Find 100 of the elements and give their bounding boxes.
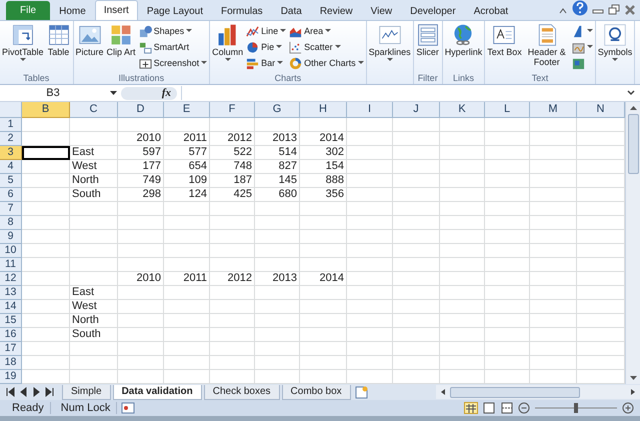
empty-cell[interactable] [164, 118, 210, 132]
empty-cell[interactable] [393, 286, 440, 300]
empty-cell[interactable] [255, 356, 300, 370]
empty-cell[interactable] [70, 244, 118, 258]
empty-cell[interactable] [210, 342, 255, 356]
ribbon-tab[interactable]: View [362, 1, 402, 20]
ribbon-tab[interactable]: Developer [401, 1, 465, 20]
empty-cell[interactable] [393, 314, 440, 328]
row-header[interactable]: 1 [0, 118, 22, 132]
empty-cell[interactable] [300, 216, 347, 230]
empty-cell[interactable] [440, 202, 485, 216]
ribbon-button[interactable]: SmartArt [138, 40, 208, 54]
select-all-corner[interactable] [0, 102, 22, 118]
close-icon[interactable] [624, 4, 636, 16]
ribbon-button[interactable]: Picture [74, 23, 105, 72]
empty-cell[interactable] [530, 118, 577, 132]
empty-cell[interactable] [347, 286, 393, 300]
ribbon-tab[interactable]: Page Layout [138, 1, 212, 20]
empty-cell[interactable] [530, 328, 577, 342]
empty-cell[interactable] [210, 286, 255, 300]
row-header[interactable]: 18 [0, 356, 22, 370]
empty-cell[interactable] [530, 174, 577, 188]
empty-cell[interactable] [300, 314, 347, 328]
sheet-tab[interactable]: Data validation [112, 384, 202, 400]
empty-cell[interactable] [255, 300, 300, 314]
ribbon-button[interactable]: Area [288, 24, 365, 38]
empty-cell[interactable] [393, 216, 440, 230]
file-tab[interactable]: File [6, 1, 50, 20]
empty-cell[interactable] [347, 244, 393, 258]
empty-cell[interactable] [210, 202, 255, 216]
empty-cell[interactable] [210, 314, 255, 328]
empty-cell[interactable] [118, 258, 164, 272]
row-header[interactable]: 8 [0, 216, 22, 230]
empty-cell[interactable] [347, 356, 393, 370]
empty-cell[interactable] [393, 146, 440, 160]
empty-cell[interactable] [255, 118, 300, 132]
empty-cell[interactable] [393, 132, 440, 146]
empty-cell[interactable] [440, 342, 485, 356]
scroll-thumb[interactable] [628, 114, 639, 174]
row-header[interactable]: 4 [0, 160, 22, 174]
ribbon-button[interactable]: Hyperlink [444, 23, 484, 72]
sheet-tab[interactable]: Simple [62, 384, 111, 400]
row-header[interactable]: 9 [0, 230, 22, 244]
empty-cell[interactable] [300, 244, 347, 258]
empty-cell[interactable] [70, 342, 118, 356]
column-header[interactable]: F [210, 102, 255, 118]
empty-cell[interactable] [300, 202, 347, 216]
ribbon-button[interactable]: Clip Art [106, 23, 137, 72]
row-header[interactable]: 5 [0, 174, 22, 188]
insert-function-button[interactable]: fx [162, 87, 171, 99]
empty-cell[interactable] [485, 300, 530, 314]
row-header[interactable]: 7 [0, 202, 22, 216]
ribbon-button[interactable]: Line [245, 24, 288, 38]
empty-cell[interactable] [347, 188, 393, 202]
ribbon-button[interactable]: Slicer [414, 23, 441, 72]
empty-cell[interactable] [440, 258, 485, 272]
ribbon-tab[interactable]: Formulas [212, 1, 272, 20]
empty-cell[interactable] [300, 356, 347, 370]
empty-cell[interactable] [440, 188, 485, 202]
empty-cell[interactable] [300, 286, 347, 300]
empty-cell[interactable] [530, 146, 577, 160]
empty-cell[interactable] [530, 160, 577, 174]
empty-cell[interactable] [393, 118, 440, 132]
empty-cell[interactable] [118, 118, 164, 132]
empty-cell[interactable] [347, 118, 393, 132]
column-header[interactable]: K [440, 102, 485, 118]
empty-cell[interactable] [530, 272, 577, 286]
empty-cell[interactable] [164, 356, 210, 370]
empty-cell[interactable] [347, 160, 393, 174]
empty-cell[interactable] [300, 118, 347, 132]
column-header[interactable]: I [347, 102, 393, 118]
restore-icon[interactable] [608, 4, 620, 16]
column-header[interactable]: E [164, 102, 210, 118]
empty-cell[interactable] [164, 342, 210, 356]
zoom-slider[interactable] [534, 402, 618, 414]
empty-cell[interactable] [530, 244, 577, 258]
empty-cell[interactable] [210, 244, 255, 258]
empty-cell[interactable] [393, 258, 440, 272]
empty-cell[interactable] [530, 314, 577, 328]
expand-formula-bar-icon[interactable] [626, 88, 636, 98]
empty-cell[interactable] [530, 188, 577, 202]
page-break-view-icon[interactable] [500, 402, 514, 414]
empty-cell[interactable] [440, 216, 485, 230]
empty-cell[interactable] [347, 342, 393, 356]
empty-cell[interactable] [393, 202, 440, 216]
empty-cell[interactable] [118, 230, 164, 244]
empty-cell[interactable] [530, 300, 577, 314]
zoom-in-icon[interactable] [622, 402, 634, 414]
empty-cell[interactable] [485, 328, 530, 342]
empty-cell[interactable] [485, 356, 530, 370]
empty-cell[interactable] [393, 300, 440, 314]
empty-cell[interactable] [485, 272, 530, 286]
column-header[interactable]: D [118, 102, 164, 118]
empty-cell[interactable] [347, 272, 393, 286]
ribbon-button[interactable]: Column [211, 23, 244, 72]
empty-cell[interactable] [164, 328, 210, 342]
column-header[interactable]: G [255, 102, 300, 118]
empty-cell[interactable] [70, 132, 118, 146]
ribbon-tab[interactable]: Review [310, 1, 362, 20]
empty-cell[interactable] [118, 300, 164, 314]
